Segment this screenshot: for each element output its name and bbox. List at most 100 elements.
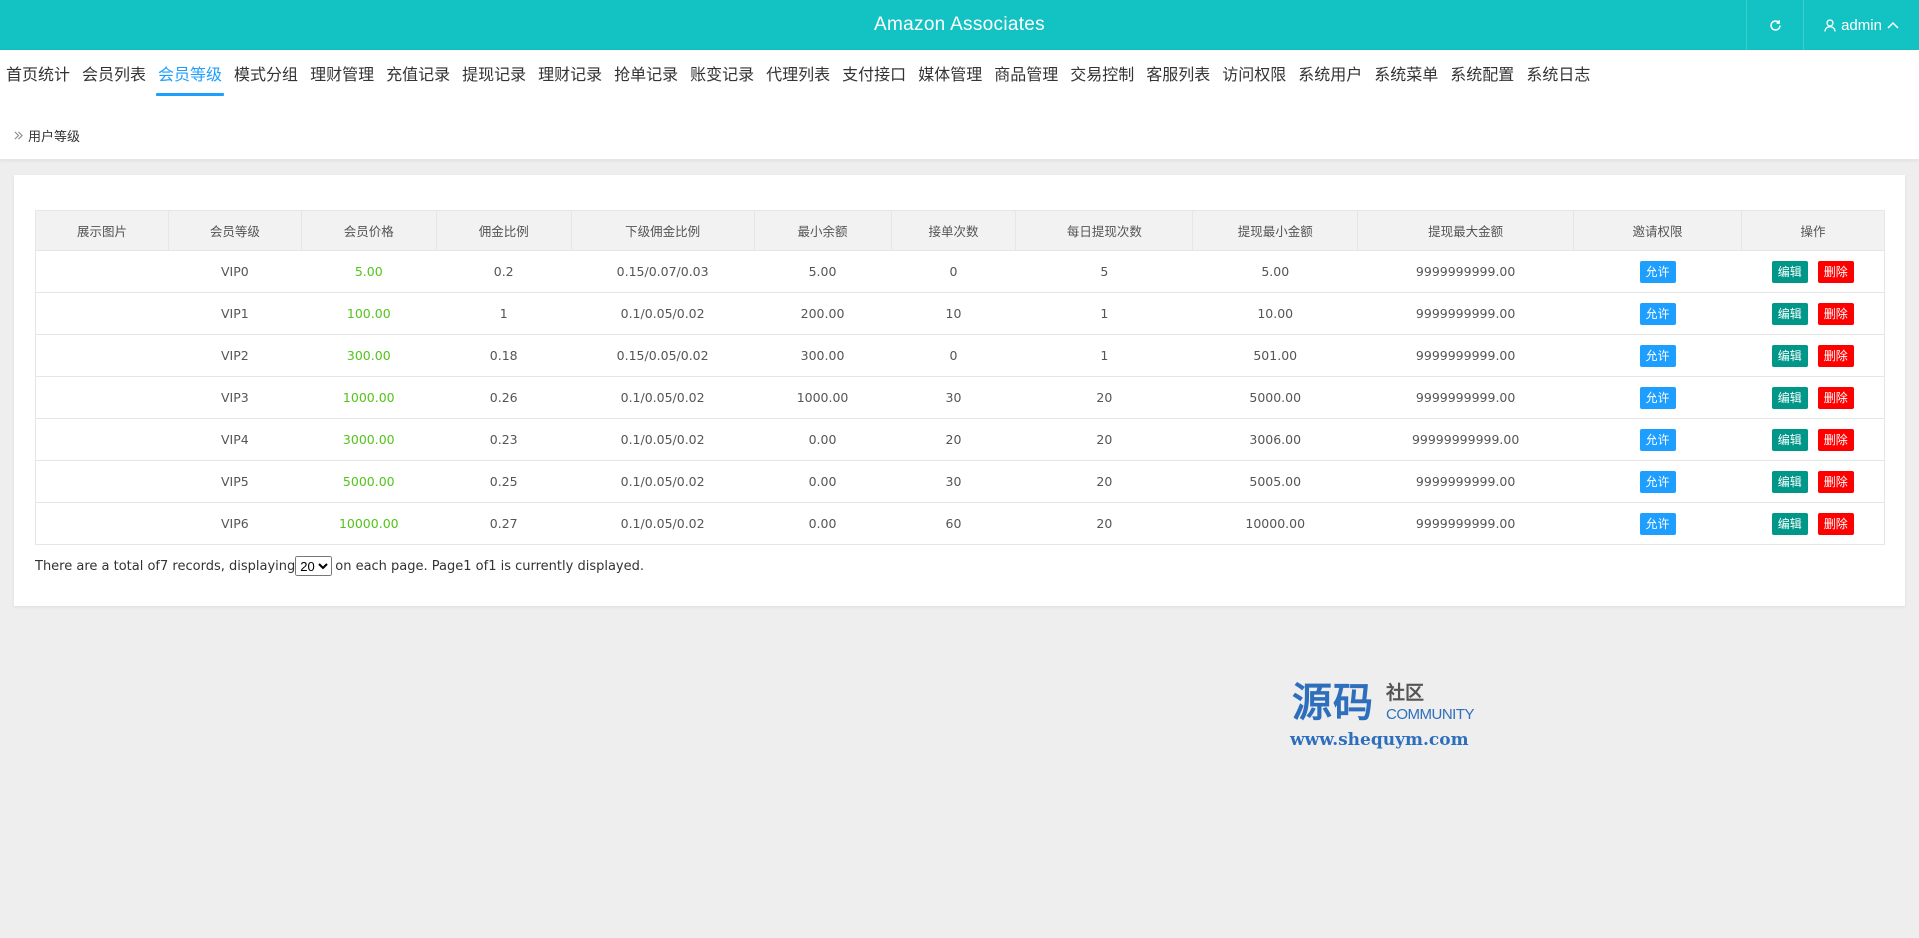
allow-button[interactable]: 允许 [1639, 302, 1676, 325]
nav-item[interactable]: 交易控制 [1064, 50, 1140, 96]
withdraw-min-cell: 501.00 [1192, 334, 1358, 377]
nav-item[interactable]: 支付接口 [836, 50, 912, 96]
nav-item[interactable]: 系统菜单 [1368, 50, 1444, 96]
top-header: Amazon Associates admin [0, 0, 1919, 50]
sub-commission-cell: 0.1/0.05/0.02 [571, 418, 755, 461]
display-image-cell [35, 292, 169, 335]
display-image-cell [35, 460, 169, 503]
table-row: VIP5 5000.00 0.25 0.1/0.05/0.02 0.00 30 20 5005… [35, 460, 1886, 503]
commission-cell: 0.23 [436, 418, 572, 461]
actions-cell: 编辑 删除 [1741, 292, 1886, 335]
min-balance-cell: 0.00 [754, 460, 891, 503]
commission-cell: 1 [436, 292, 572, 335]
actions-cell: 编辑 删除 [1741, 460, 1886, 503]
allow-button[interactable]: 允许 [1639, 470, 1676, 493]
level-cell: VIP0 [168, 250, 302, 293]
nav-item[interactable]: 抢单记录 [608, 50, 684, 96]
delete-button[interactable]: 删除 [1817, 386, 1854, 409]
pager-prefix: There are a total of7 records, displayin… [35, 558, 296, 574]
user-menu[interactable]: admin [1803, 0, 1919, 50]
orders-cell: 0 [891, 334, 1016, 377]
daily-withdraw-cell: 20 [1015, 502, 1193, 545]
table-row: VIP4 3000.00 0.23 0.1/0.05/0.02 0.00 20 20 3006… [35, 418, 1886, 461]
level-table: 展示图片 会员等级 会员价格 佣金比例 下级佣金比例 最小余额 接单次数 每日提现次数 提现最小… [35, 210, 1886, 545]
watermark: 源码 社区 COMMUNITY www.shequym.com [1290, 680, 1510, 750]
nav-item[interactable]: 提现记录 [456, 50, 532, 96]
edit-button[interactable]: 编辑 [1771, 512, 1808, 535]
withdraw-max-cell: 9999999999.00 [1357, 502, 1574, 545]
nav-item[interactable]: 访问权限 [1216, 50, 1292, 96]
nav-item[interactable]: 理财记录 [532, 50, 608, 96]
price-cell: 3000.00 [301, 418, 437, 461]
refresh-icon [1769, 19, 1781, 31]
allow-button[interactable]: 允许 [1639, 512, 1676, 535]
table-row: VIP2 300.00 0.18 0.15/0.05/0.02 300.00 0 1 501.… [35, 334, 1886, 377]
nav-item[interactable]: 理财管理 [304, 50, 380, 96]
price-cell: 1000.00 [301, 376, 437, 419]
orders-cell: 20 [891, 418, 1016, 461]
breadcrumb: 用户等级 [14, 126, 80, 145]
delete-button[interactable]: 删除 [1817, 470, 1854, 493]
nav-item[interactable]: 媒体管理 [912, 50, 988, 96]
refresh-button[interactable] [1746, 0, 1803, 50]
nav-item[interactable]: 代理列表 [760, 50, 836, 96]
watermark-small-text: 社区 [1386, 682, 1425, 704]
edit-button[interactable]: 编辑 [1771, 386, 1808, 409]
edit-button[interactable]: 编辑 [1771, 260, 1808, 283]
nav-item[interactable]: 首页统计 [0, 50, 76, 96]
edit-button[interactable]: 编辑 [1771, 428, 1808, 451]
display-image-cell [35, 334, 169, 377]
commission-cell: 0.2 [436, 250, 572, 293]
table-row: VIP3 1000.00 0.26 0.1/0.05/0.02 1000.00 30 20 5… [35, 376, 1886, 419]
sub-commission-cell: 0.1/0.05/0.02 [571, 460, 755, 503]
delete-button[interactable]: 删除 [1817, 512, 1854, 535]
nav-item[interactable]: 系统配置 [1444, 50, 1520, 96]
nav-item[interactable]: 系统用户 [1292, 50, 1368, 96]
nav-item[interactable]: 充值记录 [380, 50, 456, 96]
delete-button[interactable]: 删除 [1817, 428, 1854, 451]
nav-item[interactable]: 会员等级 [152, 50, 228, 96]
withdraw-max-cell: 9999999999.00 [1357, 334, 1574, 377]
table-row: VIP0 5.00 0.2 0.15/0.07/0.03 5.00 0 5 5.00 99999… [35, 250, 1886, 293]
nav-item[interactable]: 商品管理 [988, 50, 1064, 96]
withdraw-max-cell: 99999999999.00 [1357, 418, 1574, 461]
nav-item[interactable]: 会员列表 [76, 50, 152, 96]
daily-withdraw-cell: 1 [1015, 334, 1193, 377]
price-cell: 300.00 [301, 334, 437, 377]
delete-button[interactable]: 删除 [1817, 302, 1854, 325]
page-size-select[interactable]: 20 [295, 556, 333, 576]
level-cell: VIP3 [168, 376, 302, 419]
allow-button[interactable]: 允许 [1639, 260, 1676, 283]
user-icon [1824, 18, 1836, 32]
min-balance-cell: 0.00 [754, 418, 891, 461]
withdraw-min-cell: 5000.00 [1192, 376, 1358, 419]
nav-item[interactable]: 账变记录 [684, 50, 760, 96]
watermark-big-text: 源码 [1292, 680, 1374, 726]
daily-withdraw-cell: 20 [1015, 376, 1193, 419]
edit-button[interactable]: 编辑 [1771, 344, 1808, 367]
invite-cell: 允许 [1573, 250, 1742, 293]
column-header: 会员等级 [167, 210, 302, 251]
column-header: 会员价格 [300, 210, 437, 251]
delete-button[interactable]: 删除 [1817, 344, 1854, 367]
invite-cell: 允许 [1573, 376, 1742, 419]
invite-cell: 允许 [1573, 418, 1742, 461]
allow-button[interactable]: 允许 [1639, 344, 1676, 367]
level-cell: VIP6 [168, 502, 302, 545]
nav-item[interactable]: 系统日志 [1520, 50, 1596, 96]
actions-cell: 编辑 删除 [1741, 502, 1886, 545]
edit-button[interactable]: 编辑 [1771, 302, 1808, 325]
edit-button[interactable]: 编辑 [1771, 470, 1808, 493]
actions-cell: 编辑 删除 [1741, 376, 1886, 419]
allow-button[interactable]: 允许 [1639, 428, 1676, 451]
pager: There are a total of7 records, displayin… [35, 556, 644, 576]
nav-item[interactable]: 模式分组 [228, 50, 304, 96]
display-image-cell [35, 502, 169, 545]
withdraw-min-cell: 5005.00 [1192, 460, 1358, 503]
delete-button[interactable]: 删除 [1817, 260, 1854, 283]
nav-item[interactable]: 客服列表 [1140, 50, 1216, 96]
allow-button[interactable]: 允许 [1639, 386, 1676, 409]
invite-cell: 允许 [1573, 334, 1742, 377]
column-header: 展示图片 [35, 210, 169, 251]
withdraw-max-cell: 9999999999.00 [1357, 460, 1574, 503]
